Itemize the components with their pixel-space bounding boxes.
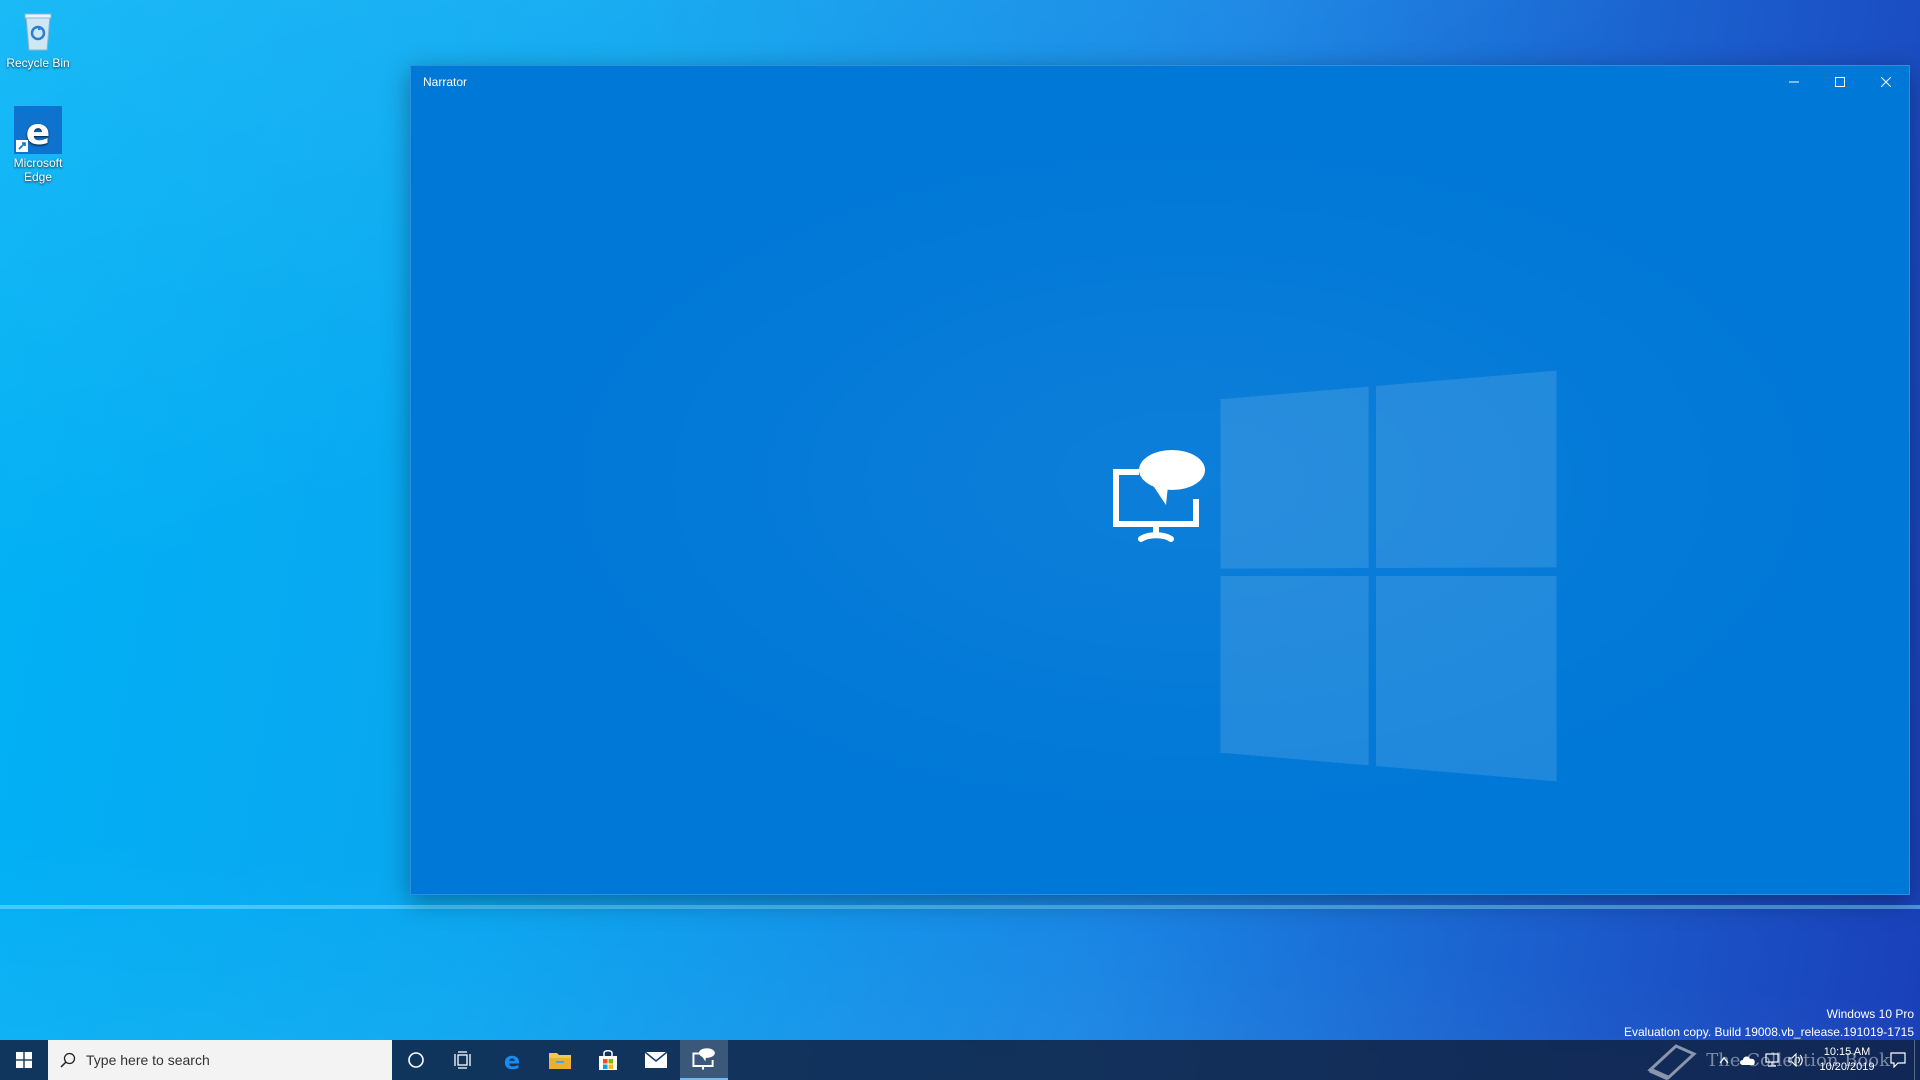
svg-text:e: e [504, 1048, 520, 1072]
cortana-icon [408, 1052, 424, 1068]
close-icon [1881, 77, 1891, 87]
watermark-edition: Windows 10 Pro [1826, 1007, 1914, 1021]
maximize-icon [1835, 77, 1845, 87]
windows-start-icon [16, 1052, 32, 1068]
taskbar-clock[interactable]: 10:15 AM 10/20/2019 [1808, 1045, 1886, 1075]
search-placeholder: Type here to search [86, 1052, 210, 1068]
desktop-icon-recycle-bin[interactable]: Recycle Bin [0, 6, 76, 70]
store-icon [599, 1050, 617, 1070]
task-view-button[interactable] [440, 1040, 488, 1080]
minimize-icon [1789, 81, 1799, 83]
taskbar-edge-button[interactable]: e [488, 1040, 536, 1080]
cloud-icon [1740, 1056, 1755, 1065]
maximize-button[interactable] [1817, 66, 1863, 98]
windows-logo-backdrop [1220, 370, 1557, 782]
notification-icon [1890, 1052, 1906, 1068]
watermark-build: Evaluation copy. Build 19008.vb_release.… [1624, 1025, 1914, 1039]
show-desktop-button[interactable] [1914, 1040, 1920, 1080]
title-bar[interactable]: Narrator [411, 66, 1909, 98]
close-button[interactable] [1863, 66, 1909, 98]
build-watermark: Windows 10 Pro Evaluation copy. Build 19… [1624, 1005, 1914, 1041]
search-icon [60, 1052, 76, 1068]
network-button[interactable] [1760, 1040, 1784, 1080]
edge-icon: e [14, 106, 62, 154]
task-view-icon [454, 1051, 471, 1069]
desktop-icon-label: Recycle Bin [6, 56, 70, 70]
narrator-icon [692, 1048, 715, 1070]
recycle-bin-icon [14, 6, 62, 54]
store-button[interactable] [584, 1040, 632, 1080]
edge-icon: e [504, 1048, 520, 1072]
onedrive-button[interactable] [1736, 1040, 1760, 1080]
minimize-button[interactable] [1771, 66, 1817, 98]
network-icon [1765, 1053, 1779, 1067]
mail-icon [644, 1051, 668, 1068]
action-center-button[interactable] [1886, 1040, 1910, 1080]
file-explorer-button[interactable] [536, 1040, 584, 1080]
clock-date: 10/20/2019 [1819, 1061, 1875, 1073]
clock-time: 10:15 AM [1823, 1046, 1871, 1058]
desktop-icon-microsoft-edge[interactable]: e Microsoft Edge [0, 106, 76, 184]
file-explorer-icon [549, 1053, 571, 1069]
taskbar-search-box[interactable]: Type here to search [48, 1040, 392, 1080]
speaker-icon [1788, 1053, 1803, 1067]
svg-text:e: e [26, 112, 50, 153]
window-title: Narrator [423, 75, 468, 89]
desktop-icon-label: Microsoft Edge [13, 156, 63, 184]
narrator-icon [1108, 449, 1212, 549]
mail-button[interactable] [632, 1040, 680, 1080]
system-tray: 10:15 AM 10/20/2019 [1712, 1040, 1920, 1080]
narrator-window[interactable]: Narrator [410, 65, 1910, 895]
show-hidden-icons-button[interactable] [1712, 1040, 1736, 1080]
chevron-up-icon [1719, 1057, 1729, 1064]
start-button[interactable] [0, 1040, 48, 1080]
volume-button[interactable] [1784, 1040, 1808, 1080]
taskbar-narrator-button[interactable] [680, 1040, 728, 1080]
cortana-button[interactable] [392, 1040, 440, 1080]
taskbar: Type here to search e 10:15 AM 10/20/201… [0, 1040, 1920, 1080]
desktop-light-beam [0, 905, 1920, 909]
